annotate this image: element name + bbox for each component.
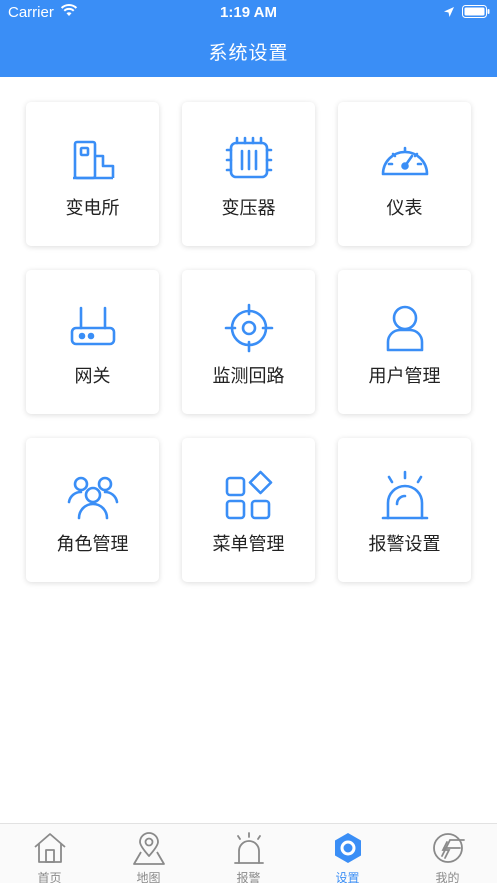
menu-card-transformer[interactable]: 变压器 <box>182 102 315 246</box>
gauge-icon <box>379 134 431 186</box>
profile-logo-icon <box>430 830 466 866</box>
menu-label: 网关 <box>74 366 111 386</box>
bottom-tab-bar: 首页 地图 报警 设置 我的 <box>0 823 497 883</box>
menu-card-alarm-settings[interactable]: 报警设置 <box>338 438 471 582</box>
menu-card-monitor-loop[interactable]: 监测回路 <box>182 270 315 414</box>
tab-label: 地图 <box>136 871 161 883</box>
tab-alarm[interactable]: 报警 <box>199 824 298 883</box>
menu-card-gateway[interactable]: 网关 <box>26 270 159 414</box>
tab-label: 报警 <box>236 871 261 883</box>
tab-label: 首页 <box>37 871 62 883</box>
substation-icon <box>67 134 119 186</box>
menu-label: 角色管理 <box>56 534 129 554</box>
tab-settings[interactable]: 设置 <box>298 824 397 883</box>
menu-label: 报警设置 <box>368 534 441 554</box>
users-group-icon <box>67 470 119 522</box>
menu-label: 变电所 <box>65 198 120 218</box>
tab-label: 我的 <box>435 871 460 883</box>
user-icon <box>379 302 431 354</box>
settings-menu-grid: 变电所 变压器 仪表 网关 监测回路 用户管理 角色管理 菜单管理 报警设置 <box>0 0 497 600</box>
alarm-siren-icon <box>379 470 431 522</box>
menu-card-meter[interactable]: 仪表 <box>338 102 471 246</box>
menu-card-menu-management[interactable]: 菜单管理 <box>182 438 315 582</box>
home-icon <box>32 830 68 866</box>
settings-hex-icon <box>330 830 366 866</box>
menu-label: 监测回路 <box>212 366 285 386</box>
menu-card-substation[interactable]: 变电所 <box>26 102 159 246</box>
grid-apps-icon <box>223 470 275 522</box>
menu-label: 仪表 <box>386 198 423 218</box>
tab-mine[interactable]: 我的 <box>398 824 497 883</box>
menu-card-role-management[interactable]: 角色管理 <box>26 438 159 582</box>
tab-map[interactable]: 地图 <box>99 824 198 883</box>
tab-label: 设置 <box>335 871 360 883</box>
menu-label: 用户管理 <box>368 366 441 386</box>
menu-card-user-management[interactable]: 用户管理 <box>338 270 471 414</box>
siren-icon <box>231 830 267 866</box>
gateway-router-icon <box>67 302 119 354</box>
tab-home[interactable]: 首页 <box>0 824 99 883</box>
menu-label: 变压器 <box>221 198 276 218</box>
transformer-icon <box>223 134 275 186</box>
menu-label: 菜单管理 <box>212 534 285 554</box>
map-icon <box>131 830 167 866</box>
crosshair-target-icon <box>223 302 275 354</box>
